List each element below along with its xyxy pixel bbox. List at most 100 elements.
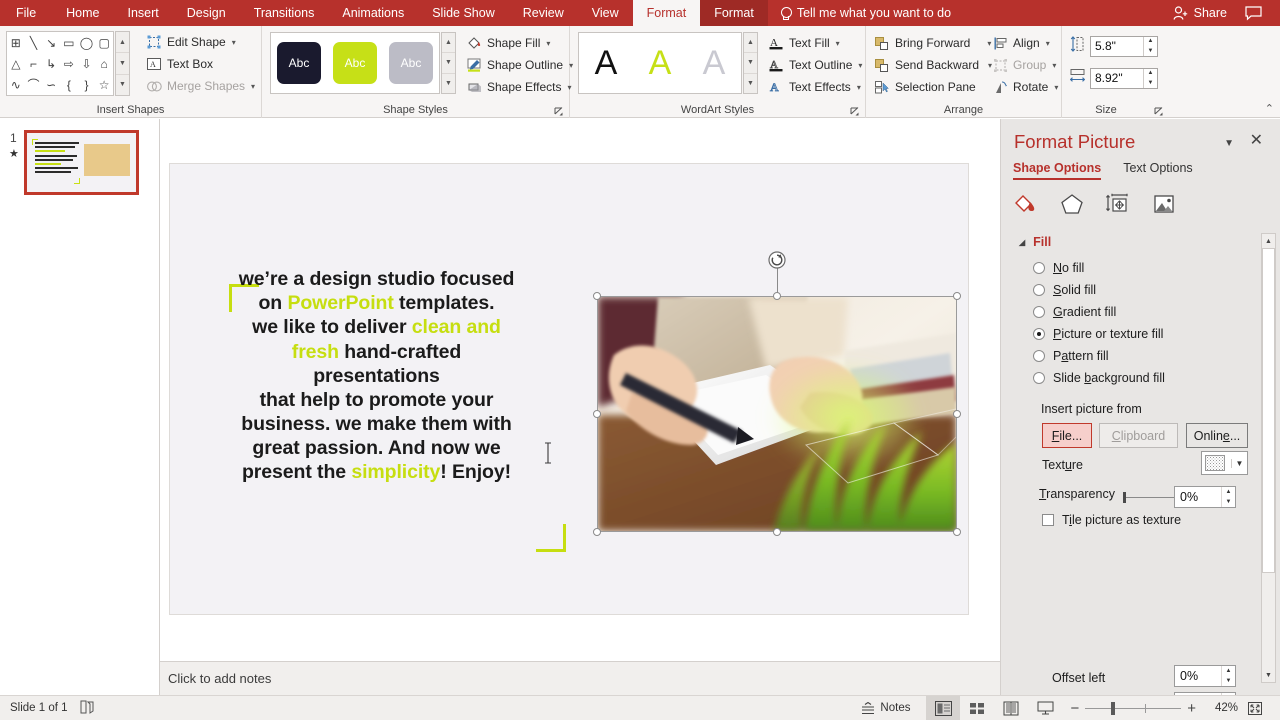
text-fill-button[interactable]: A Text Fill ▾ [764,32,866,54]
zoom-out-button[interactable]: − [1070,700,1079,717]
transparency-input[interactable]: 0% ▲ ▼ [1174,486,1236,508]
offset-left-input[interactable]: 0% ▲ ▼ [1174,665,1236,687]
notes-toggle-button[interactable]: Notes [861,701,926,715]
animation-star-icon[interactable]: ★ [9,147,19,160]
collapse-ribbon-button[interactable]: ⌃ [1265,102,1274,115]
shapes-scroll-down-icon[interactable]: ▼ [116,53,129,75]
tab-format-context[interactable]: Format [700,0,768,26]
tab-animations[interactable]: Animations [328,0,418,26]
bring-forward-button[interactable]: Bring Forward ▾ [870,32,996,54]
resize-handle-middle-left[interactable] [593,410,601,418]
shapes-scroll-up-icon[interactable]: ▲ [116,32,129,54]
shape-styles-scrollbar[interactable]: ▲ ▼ ▼ [441,32,456,94]
shape-fill-button[interactable]: Shape Fill ▾ [462,32,577,54]
shape-left-brace-icon[interactable]: { [67,79,71,91]
comments-button[interactable] [1239,5,1272,21]
zoom-track[interactable] [1085,701,1182,715]
group-button[interactable]: Group ▾ [988,54,1062,76]
tab-home[interactable]: Home [52,0,113,26]
rotate-button[interactable]: Rotate ▾ [988,76,1062,98]
pane-scroll-up-icon[interactable]: ▲ [1262,234,1275,248]
thumbnail-preview[interactable] [24,130,139,195]
shape-down-arrow-icon[interactable]: ⇩ [81,58,91,70]
tab-design[interactable]: Design [173,0,240,26]
shape-style-chip-2[interactable]: Abc [333,42,377,84]
tab-view[interactable]: View [578,0,633,26]
wordart-chip-2[interactable]: A [649,46,672,80]
styles-scroll-down-icon[interactable]: ▼ [442,53,455,74]
pane-scroll-track[interactable] [1262,248,1275,668]
radio-indicator[interactable] [1033,306,1045,318]
wordart-styles-gallery[interactable]: A A A [578,32,742,94]
styles-scroll-up-icon[interactable]: ▲ [442,33,455,54]
tab-text-options[interactable]: Text Options [1123,161,1192,180]
radio-no-fill[interactable]: No fill [1033,261,1084,275]
shape-styles-dialog-launcher[interactable] [554,104,564,116]
wordart-chip-3[interactable]: A [703,46,726,80]
chevron-down-icon[interactable]: ▾ [251,82,255,91]
zoom-slider[interactable]: − + [1062,700,1204,717]
chevron-down-icon[interactable]: ▾ [836,39,840,48]
shapes-gallery-scrollbar[interactable]: ▲ ▼ ▼ [115,31,130,96]
wordart-scroll-up-icon[interactable]: ▲ [744,33,757,54]
shape-style-chip-3[interactable]: Abc [389,42,433,84]
size-and-properties-icon[interactable] [1103,191,1133,217]
transparency-stepper[interactable]: ▲ ▼ [1221,487,1235,507]
zoom-percent-label[interactable]: 42% [1204,702,1238,714]
pane-close-button[interactable]: ✕ [1250,133,1263,149]
wordart-scroll-down-icon[interactable]: ▼ [744,53,757,74]
radio-indicator[interactable] [1033,372,1045,384]
normal-view-button[interactable] [926,695,961,720]
radio-pattern-fill[interactable]: Pattern fill [1033,349,1109,363]
thumbnail-slide-1[interactable] [24,130,139,195]
fill-section-header[interactable]: ◢ Fill [1019,235,1051,249]
resize-handle-top-center[interactable] [773,292,781,300]
chevron-down-icon[interactable]: ▾ [1054,83,1058,92]
chevron-down-icon[interactable]: ▾ [858,61,862,70]
notes-pane[interactable]: Click to add notes [160,661,1000,695]
shape-width-stepper[interactable]: ▲ ▼ [1143,68,1157,88]
radio-solid-fill[interactable]: Solid fill [1033,283,1096,297]
radio-picture-or-texture-fill[interactable]: Picture or texture fill [1033,327,1163,341]
wordart-more-icon[interactable]: ▼ [744,74,757,93]
edit-shape-button[interactable]: Edit Shape ▾ [142,31,259,53]
radio-slide-background-fill[interactable]: Slide background fill [1033,371,1165,385]
radio-indicator[interactable] [1033,350,1045,362]
shape-width-input[interactable]: 8.92" ▲ ▼ [1090,67,1158,89]
zoom-thumb[interactable] [1111,701,1116,715]
slide-show-button[interactable] [1028,696,1062,720]
offset-left-stepper[interactable]: ▲ ▼ [1221,666,1235,686]
radio-indicator[interactable] [1033,284,1045,296]
chevron-down-icon[interactable]: ▾ [546,39,550,48]
tab-transitions[interactable]: Transitions [240,0,329,26]
accessibility-icon[interactable] [80,700,95,717]
shape-curve-icon[interactable]: ⌒ [27,79,39,91]
shape-right-brace-icon[interactable]: } [84,79,88,91]
resize-handle-top-right[interactable] [953,292,961,300]
tile-picture-checkbox-row[interactable]: Tile picture as texture [1042,513,1181,527]
slide-canvas[interactable]: we’re a design studio focused on PowerPo… [169,163,969,615]
tab-shape-options[interactable]: Shape Options [1013,161,1102,180]
shape-width-field[interactable]: 8.92" ▲ ▼ [1069,66,1158,90]
fit-slide-to-window-button[interactable] [1238,696,1272,720]
shape-arrow-icon[interactable]: ↘ [46,37,56,49]
chevron-down-icon[interactable]: ▼ [1231,458,1247,468]
insert-from-online-button[interactable]: Online... [1186,423,1248,448]
styles-more-icon[interactable]: ▼ [442,74,455,93]
pane-scroll-thumb[interactable] [1262,248,1275,573]
shape-triangle-icon[interactable]: △ [11,58,20,70]
share-button[interactable]: Share [1165,5,1235,21]
selected-picture[interactable] [593,251,961,536]
shapes-more-icon[interactable]: ▼ [116,75,129,95]
shape-rectangle-icon[interactable]: ▭ [63,37,74,49]
zoom-in-button[interactable]: + [1187,700,1196,717]
picture-icon[interactable] [1149,191,1179,217]
tile-picture-checkbox[interactable] [1042,514,1054,526]
chevron-down-icon[interactable]: ▾ [857,83,861,92]
resize-handle-top-left[interactable] [593,292,601,300]
shape-right-arrow-icon[interactable]: ⇨ [64,58,74,70]
tab-file[interactable]: File [0,0,52,26]
tab-review[interactable]: Review [509,0,578,26]
resize-handle-bottom-left[interactable] [593,528,601,536]
shapes-gallery[interactable]: ⊞ ╲ ↘ ▭ ◯ ▢ △ ⌐ ↳ ⇨ ⇩ ⌂ ∿ ⌒ ∽ { } ☆ [6,31,114,96]
